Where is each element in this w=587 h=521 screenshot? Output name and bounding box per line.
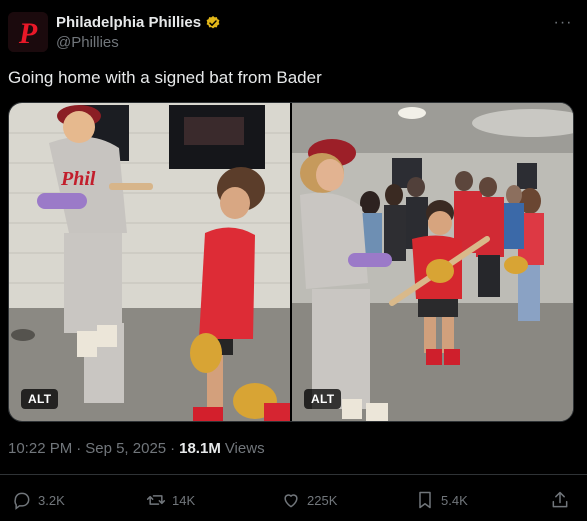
- handle[interactable]: @Phillies: [56, 34, 119, 51]
- alt-badge[interactable]: ALT: [21, 389, 59, 409]
- alt-badge[interactable]: ALT: [304, 389, 342, 409]
- bookmark-button[interactable]: 5.4K: [415, 484, 468, 516]
- tweet-time[interactable]: 10:22 PM: [8, 440, 72, 457]
- tweet-header: P Philadelphia Phillies @Phillies ···: [8, 12, 578, 54]
- repost-count: 14K: [172, 492, 196, 508]
- avatar[interactable]: P: [8, 12, 48, 52]
- tweet-date[interactable]: Sep 5, 2025: [85, 440, 166, 457]
- tweet-meta: 10:22 PM · Sep 5, 2025 · 18.1M Views: [8, 440, 265, 457]
- reply-count: 3.2K: [38, 492, 65, 508]
- svg-text:Phil: Phil: [60, 168, 96, 190]
- share-button[interactable]: [550, 484, 570, 516]
- display-name[interactable]: Philadelphia Phillies: [56, 14, 201, 31]
- meta-separator: ·: [76, 440, 82, 457]
- meta-separator: ·: [170, 440, 176, 457]
- like-button[interactable]: 225K: [281, 484, 337, 516]
- more-options-icon[interactable]: ···: [550, 12, 576, 34]
- divider: [0, 474, 587, 475]
- bookmark-count: 5.4K: [441, 492, 468, 508]
- repost-button[interactable]: 14K: [146, 484, 195, 516]
- photo-1[interactable]: Phil ALT: [9, 103, 290, 421]
- verified-badge-icon[interactable]: [205, 15, 221, 31]
- reply-icon: [14, 492, 30, 510]
- action-bar: 3.2K 14K 225K 5.4K: [0, 484, 587, 516]
- photo-1-image: Phil: [9, 103, 290, 421]
- heart-icon: [284, 494, 298, 508]
- photo-2-image: [292, 103, 573, 421]
- reply-button[interactable]: 3.2K: [12, 484, 65, 516]
- views-count: 18.1M: [179, 440, 221, 457]
- repost-icon: [146, 495, 166, 505]
- bookmark-icon: [419, 491, 431, 509]
- phillies-logo-icon: P: [8, 12, 48, 52]
- media-grid: Phil ALT ALT: [8, 102, 574, 422]
- share-icon: [552, 491, 568, 508]
- like-count: 225K: [307, 492, 338, 508]
- views-label: Views: [224, 440, 265, 457]
- tweet-text: Going home with a signed bat from Bader: [8, 68, 322, 87]
- svg-text:P: P: [18, 17, 38, 50]
- photo-2[interactable]: ALT: [292, 103, 573, 421]
